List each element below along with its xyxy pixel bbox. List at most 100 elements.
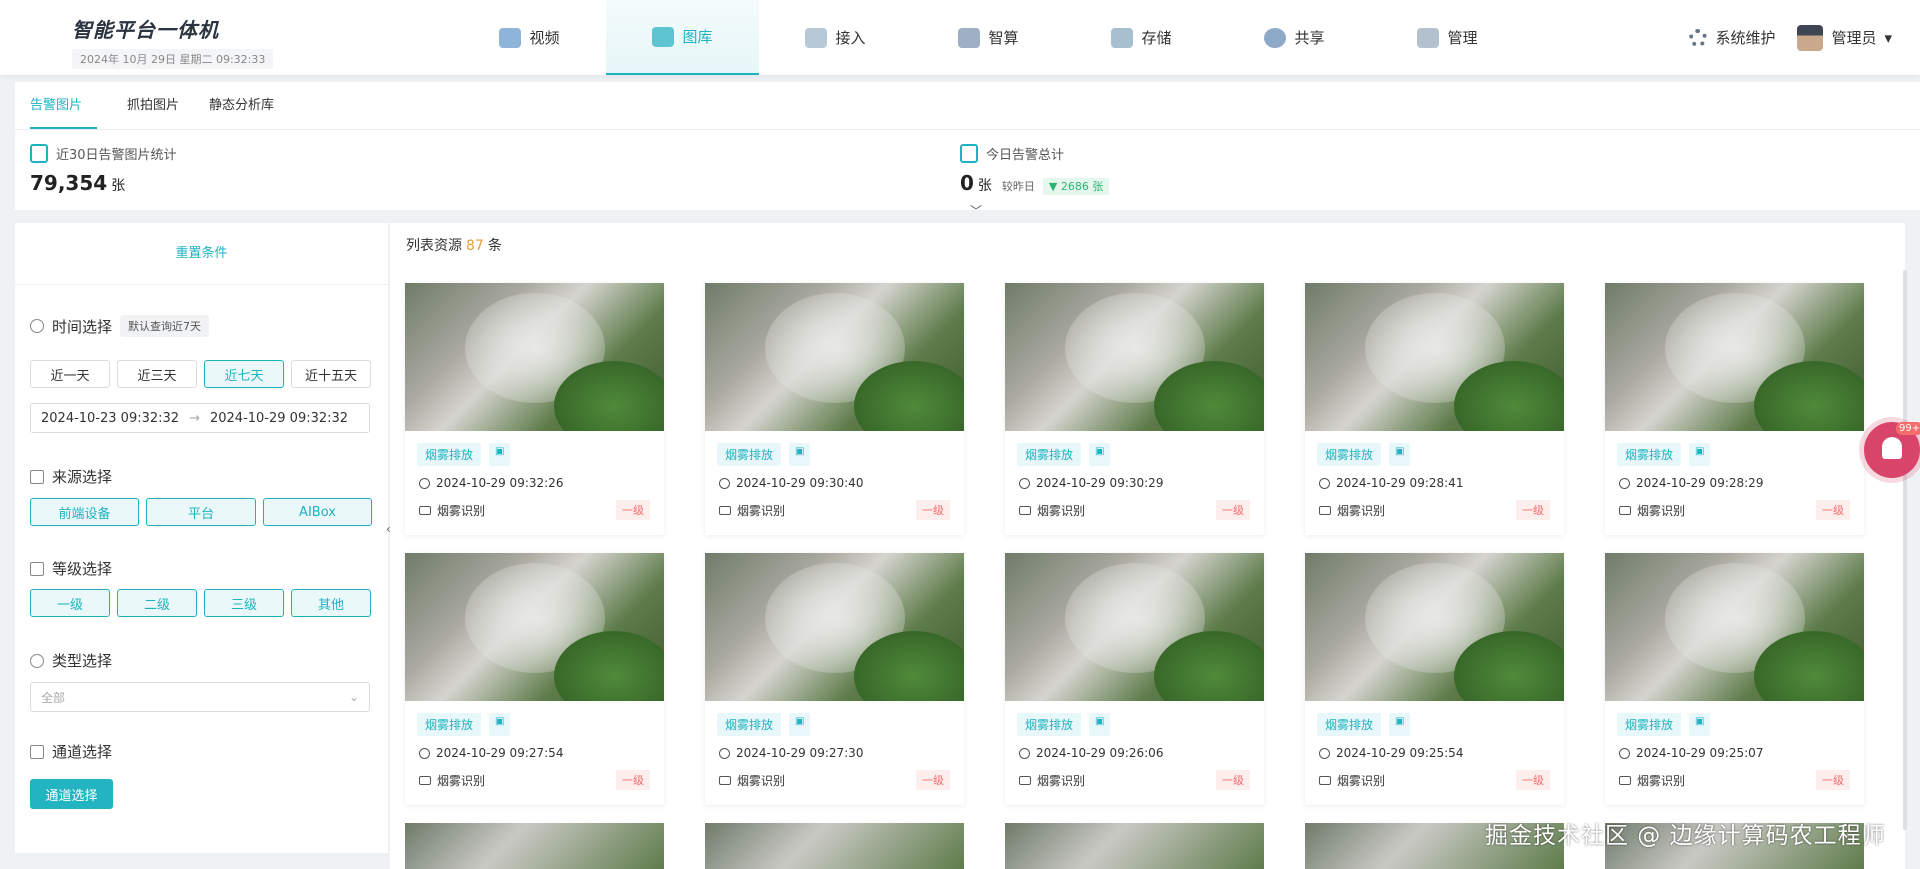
month-stat-unit: 张	[111, 178, 126, 194]
today-stat: 今日告警总计 0 张较昨日 ▼ 2686 张	[960, 144, 1110, 195]
alarm-thumbnail[interactable]	[405, 283, 664, 431]
filter-sidebar: 重置条件 时间选择 默认查询近7天 近一天 近三天 近七天 近十五天 2024-1…	[15, 223, 388, 853]
time-button[interactable]: 近十五天	[291, 360, 371, 388]
image-icon[interactable]: ▣	[489, 713, 511, 736]
type-select[interactable]: 全部 ⌄	[30, 682, 370, 712]
alarm-thumbnail[interactable]	[705, 553, 964, 701]
nav-manage[interactable]: 管理	[1371, 0, 1524, 75]
alarm-thumbnail[interactable]	[1305, 283, 1564, 431]
camera-icon	[719, 775, 731, 785]
time-button[interactable]: 近一天	[30, 360, 110, 388]
image-icon[interactable]: ▣	[1689, 443, 1711, 466]
arrow-right-icon: →	[189, 410, 200, 426]
time-button[interactable]: 近七天	[204, 360, 284, 388]
clock-icon	[1619, 477, 1630, 489]
nav-gallery[interactable]: 图库	[606, 0, 759, 75]
alarm-thumbnail[interactable]	[705, 283, 964, 431]
alarm-card[interactable]: 烟雾排放 ▣ 2024-10-29 09:26:06 烟雾识别 一级	[1005, 553, 1264, 805]
image-icon[interactable]: ▣	[1389, 713, 1411, 736]
alarm-card[interactable]: 烟雾排放 ▣ 2024-10-29 09:30:29 烟雾识别 一级	[1005, 283, 1264, 535]
thumbnail[interactable]	[405, 823, 664, 869]
level-badge: 一级	[616, 770, 650, 790]
alarm-card[interactable]: 烟雾排放 ▣ 2024-10-29 09:28:29 烟雾识别 一级	[1605, 283, 1864, 535]
tab-alarm-images[interactable]: 告警图片	[30, 82, 98, 129]
channel-select-button[interactable]: 通道选择	[30, 779, 113, 809]
level-button[interactable]: 一级	[30, 589, 110, 617]
clock-icon	[1619, 747, 1630, 759]
clock-icon	[419, 477, 430, 489]
alarm-card[interactable]: 烟雾排放 ▣ 2024-10-29 09:32:26 烟雾识别 一级	[405, 283, 664, 535]
user-label: 管理员	[1831, 29, 1877, 47]
alarm-thumbnail[interactable]	[1005, 553, 1264, 701]
scrollbar[interactable]	[1903, 270, 1907, 830]
system-maintenance-button[interactable]: 系统维护	[1689, 27, 1775, 48]
alarm-time: 2024-10-29 09:32:26	[436, 476, 564, 490]
app-logo: 智能平台一体机 2024年 10月 29日 星期二 09:32:33	[72, 14, 274, 69]
reset-button[interactable]: 重置条件	[15, 223, 388, 285]
camera-icon	[1619, 775, 1631, 785]
source-button[interactable]: 前端设备	[30, 498, 139, 526]
user-menu[interactable]: 管理员 ▾	[1797, 24, 1892, 51]
level-button[interactable]: 三级	[204, 589, 284, 617]
alarm-card[interactable]: 烟雾排放 ▣ 2024-10-29 09:28:41 烟雾识别 一级	[1305, 283, 1564, 535]
alarm-thumbnail[interactable]	[1005, 283, 1264, 431]
alarm-thumbnail[interactable]	[1605, 283, 1864, 431]
camera-icon	[419, 775, 431, 785]
type-select-value: 全部	[41, 690, 66, 705]
alarm-thumbnail[interactable]	[1605, 553, 1864, 701]
clock-icon	[719, 477, 730, 489]
source-button[interactable]: 平台	[146, 498, 256, 526]
thumbnail[interactable]	[705, 823, 964, 869]
image-icon[interactable]: ▣	[1089, 713, 1111, 736]
type-title: 类型选择	[52, 652, 113, 670]
collapse-chevron-icon[interactable]: ﹀	[970, 202, 982, 219]
alarm-thumbnail[interactable]	[405, 553, 664, 701]
alarm-card[interactable]: 烟雾排放 ▣ 2024-10-29 09:25:07 烟雾识别 一级	[1605, 553, 1864, 805]
today-stat-value: 0	[960, 171, 974, 195]
nav-access[interactable]: 接入	[759, 0, 912, 75]
alarm-time: 2024-10-29 09:30:40	[736, 476, 864, 490]
clock-icon	[30, 319, 44, 333]
nav-label: 存储	[1141, 29, 1172, 47]
tab-static-library[interactable]: 静态分析库	[194, 82, 289, 129]
chevron-down-icon: ▾	[1884, 28, 1892, 47]
nav-storage[interactable]: 存储	[1065, 0, 1218, 75]
alarm-thumbnail[interactable]	[1305, 553, 1564, 701]
gallery-icon	[652, 26, 675, 47]
alarm-card[interactable]: 烟雾排放 ▣ 2024-10-29 09:25:54 烟雾识别 一级	[1305, 553, 1564, 805]
image-icon[interactable]: ▣	[1089, 443, 1111, 466]
camera-icon	[1019, 505, 1031, 515]
alarm-card[interactable]: 烟雾排放 ▣ 2024-10-29 09:27:30 烟雾识别 一级	[705, 553, 964, 805]
level-badge: 一级	[1816, 500, 1850, 520]
month-stat-label: 近30日告警图片统计	[56, 148, 177, 163]
event-tag: 烟雾排放	[1317, 713, 1382, 736]
alarm-type: 烟雾识别	[1037, 773, 1086, 788]
manage-icon	[1417, 27, 1440, 48]
source-button[interactable]: AIBox	[263, 498, 372, 526]
alarm-card[interactable]: 烟雾排放 ▣ 2024-10-29 09:27:54 烟雾识别 一级	[405, 553, 664, 805]
level-button[interactable]: 其他	[291, 589, 371, 617]
image-icon[interactable]: ▣	[789, 713, 811, 736]
thumbnail[interactable]	[1005, 823, 1264, 869]
calendar-icon	[30, 144, 48, 163]
image-icon[interactable]: ▣	[489, 443, 511, 466]
nav-label: 图库	[682, 28, 713, 46]
alarm-card[interactable]: 烟雾排放 ▣ 2024-10-29 09:30:40 烟雾识别 一级	[705, 283, 964, 535]
nav-video[interactable]: 视频	[453, 0, 606, 75]
list-header: 列表资源 87 条	[406, 235, 502, 255]
image-list-panel: 列表资源 87 条 烟雾排放 ▣ 2024-10-29 09:32:26 烟雾识别 一级 烟雾…	[390, 223, 1905, 869]
image-icon[interactable]: ▣	[1389, 443, 1411, 466]
avatar	[1797, 24, 1824, 51]
tab-capture-images[interactable]: 抓拍图片	[112, 82, 194, 129]
nav-compute[interactable]: 智算	[912, 0, 1065, 75]
camera-icon	[419, 505, 431, 515]
level-button[interactable]: 二级	[117, 589, 197, 617]
time-button[interactable]: 近三天	[117, 360, 197, 388]
header-datetime: 2024年 10月 29日 星期二 09:32:33	[72, 49, 274, 69]
image-icon[interactable]: ▣	[1689, 713, 1711, 736]
list-title: 列表资源	[406, 238, 462, 254]
nav-share[interactable]: 共享	[1218, 0, 1371, 75]
bell-icon	[1882, 437, 1902, 459]
image-icon[interactable]: ▣	[789, 443, 811, 466]
date-range-picker[interactable]: 2024-10-23 09:32:32 → 2024-10-29 09:32:3…	[30, 403, 370, 433]
